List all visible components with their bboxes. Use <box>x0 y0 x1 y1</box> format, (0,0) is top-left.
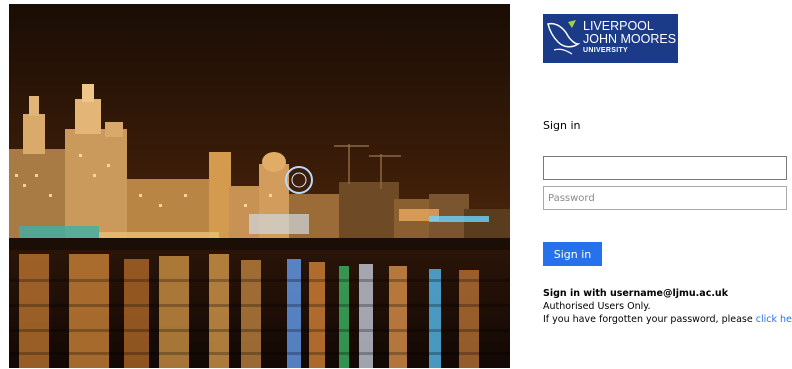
forgot-password-link[interactable]: click here <box>756 314 792 325</box>
signin-heading: Sign in <box>543 119 581 132</box>
illustration-photo <box>9 4 510 368</box>
notice-heading: Sign in with username@ljmu.ac.uk <box>543 288 729 299</box>
username-input[interactable] <box>543 156 787 180</box>
forgot-password-text: If you have forgotten your password, ple… <box>543 314 756 325</box>
notice-forgot-password: If you have forgotten your password, ple… <box>543 313 792 326</box>
password-input[interactable] <box>543 186 787 210</box>
logo-text-line3: UNIVERSITY <box>583 47 629 54</box>
logo-text-line2: JOHN MOORES <box>583 32 677 46</box>
signin-button[interactable]: Sign in <box>543 242 602 266</box>
university-logo: LIVERPOOL JOHN MOORES UNIVERSITY <box>543 14 678 63</box>
liver-bird-icon <box>547 20 580 55</box>
signin-notice: Sign in with username@ljmu.ac.uk Authori… <box>543 287 792 326</box>
notice-authorised: Authorised Users Only. <box>543 301 651 312</box>
